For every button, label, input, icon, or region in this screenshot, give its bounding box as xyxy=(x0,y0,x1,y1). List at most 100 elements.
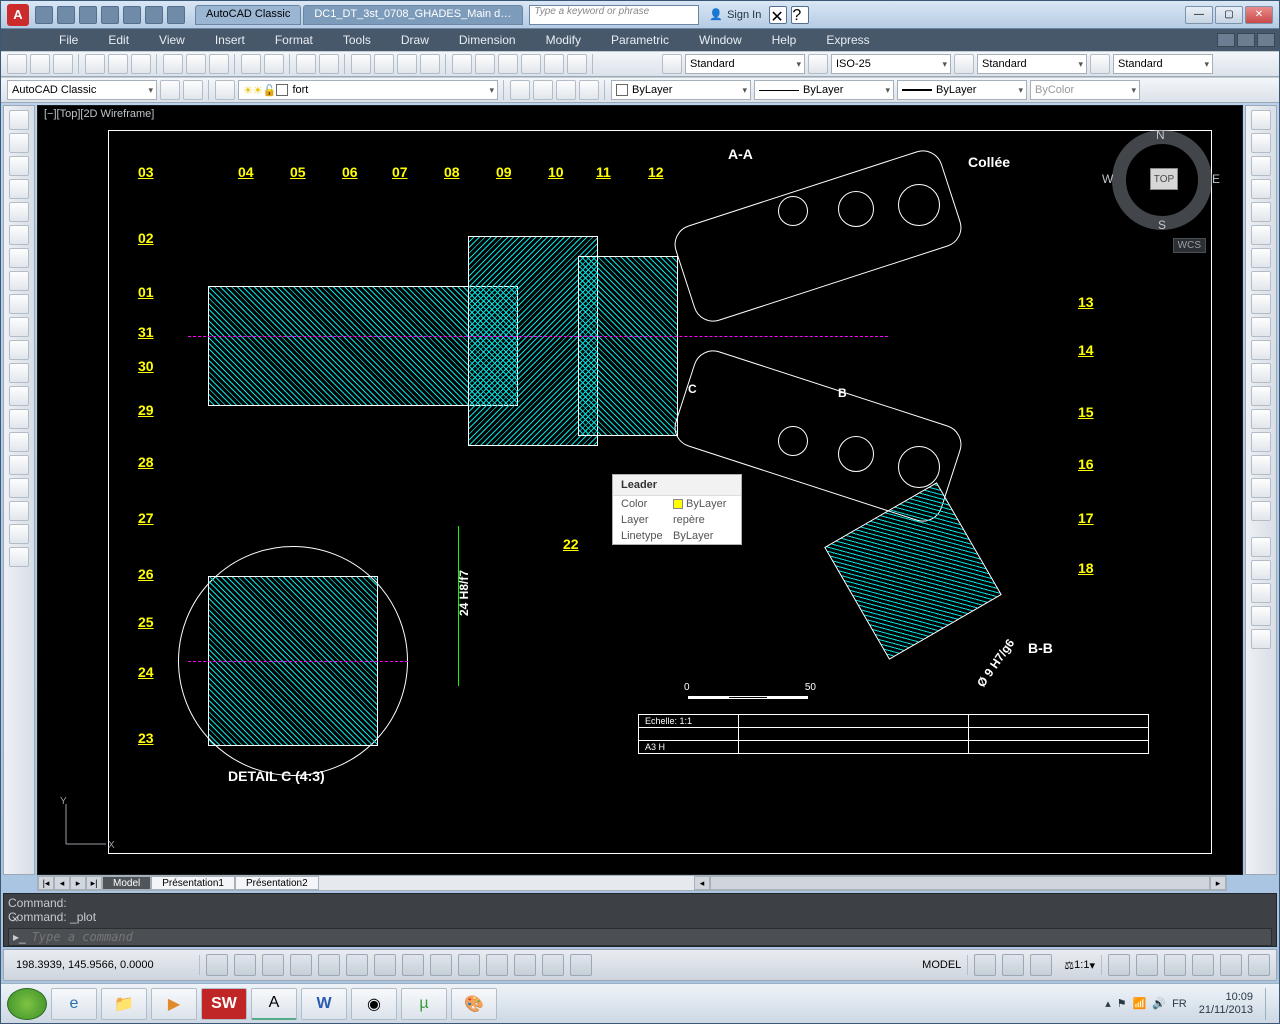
layout-tab-p2[interactable]: Présentation2 xyxy=(235,876,319,890)
sign-in-button[interactable]: 👤 Sign In xyxy=(709,8,761,21)
workspace-tab[interactable]: AutoCAD Classic xyxy=(195,5,301,25)
menu-modify[interactable]: Modify xyxy=(538,31,589,49)
qat-saveas-icon[interactable] xyxy=(101,6,119,24)
layout-tab-model[interactable]: Model xyxy=(102,876,151,890)
publish-icon[interactable] xyxy=(131,54,151,74)
list-icon[interactable] xyxy=(1251,606,1271,626)
workspace-switching-icon[interactable] xyxy=(1136,954,1158,976)
workspace-save-icon[interactable] xyxy=(183,80,203,100)
qat-new-icon[interactable] xyxy=(35,6,53,24)
textstyle-combo[interactable]: Standard xyxy=(685,54,805,74)
point-icon[interactable] xyxy=(9,409,29,429)
ortho-toggle[interactable] xyxy=(262,954,284,976)
menu-dimension[interactable]: Dimension xyxy=(451,31,524,49)
taskbar-explorer-icon[interactable]: 📁 xyxy=(101,988,147,1020)
region-icon[interactable] xyxy=(9,478,29,498)
ducs-toggle[interactable] xyxy=(402,954,424,976)
exchange-icon[interactable]: ✕ xyxy=(769,6,787,24)
arc-icon[interactable] xyxy=(9,225,29,245)
am-toggle[interactable] xyxy=(570,954,592,976)
help-search-input[interactable]: Type a keyword or phrase xyxy=(529,5,699,25)
menu-window[interactable]: Window xyxy=(691,31,750,49)
tray-network-icon[interactable]: 📶 xyxy=(1133,997,1147,1010)
join-icon[interactable] xyxy=(1251,409,1271,429)
linetype-combo[interactable]: ByLayer xyxy=(754,80,894,100)
spline-icon[interactable] xyxy=(9,294,29,314)
taskbar-utorrent-icon[interactable]: µ xyxy=(401,988,447,1020)
layout-tab-p1[interactable]: Présentation1 xyxy=(151,876,235,890)
extend-icon[interactable] xyxy=(1251,340,1271,360)
stretch-icon[interactable] xyxy=(1251,294,1271,314)
hscroll-right-icon[interactable]: ▸ xyxy=(1210,876,1226,890)
tray-flag-icon[interactable]: ⚑ xyxy=(1117,997,1127,1010)
otrack-toggle[interactable] xyxy=(374,954,396,976)
plot-icon[interactable] xyxy=(85,54,105,74)
rectangle-icon[interactable] xyxy=(9,202,29,222)
mdi-restore-icon[interactable] xyxy=(1237,33,1255,47)
view-cube[interactable]: TOP N S E W xyxy=(1112,130,1212,230)
area-icon[interactable] xyxy=(1251,560,1271,580)
tablestyle-icon[interactable] xyxy=(954,54,974,74)
break-icon[interactable] xyxy=(1251,386,1271,406)
maximize-button[interactable]: ▢ xyxy=(1215,6,1243,24)
taskbar-word-icon[interactable]: W xyxy=(301,988,347,1020)
wcs-label[interactable]: WCS xyxy=(1173,238,1206,253)
show-desktop-button[interactable] xyxy=(1265,988,1273,1020)
pan-icon[interactable] xyxy=(351,54,371,74)
3dosnap-toggle[interactable] xyxy=(346,954,368,976)
gradient-icon[interactable] xyxy=(9,455,29,475)
addselected-icon[interactable] xyxy=(9,547,29,567)
start-button[interactable] xyxy=(7,988,47,1020)
paste-icon[interactable] xyxy=(209,54,229,74)
trim-icon[interactable] xyxy=(1251,317,1271,337)
app-menu-button[interactable]: A xyxy=(7,4,29,26)
menu-help[interactable]: Help xyxy=(764,31,805,49)
hscroll-left-icon[interactable]: ◂ xyxy=(694,876,710,890)
sc-toggle[interactable] xyxy=(542,954,564,976)
cut-icon[interactable] xyxy=(163,54,183,74)
polar-toggle[interactable] xyxy=(290,954,312,976)
close-button[interactable]: ✕ xyxy=(1245,6,1273,24)
distance-icon[interactable] xyxy=(1251,537,1271,557)
qat-save-icon[interactable] xyxy=(79,6,97,24)
textstyle-icon[interactable] xyxy=(662,54,682,74)
match-props-icon[interactable] xyxy=(241,54,261,74)
explode-icon[interactable] xyxy=(1251,501,1271,521)
qat-redo-icon[interactable] xyxy=(167,6,185,24)
lineweight-combo[interactable]: ByLayer xyxy=(897,80,1027,100)
tab-last-icon[interactable]: ▸| xyxy=(86,876,102,890)
annotation-visibility-icon[interactable] xyxy=(1108,954,1130,976)
command-input[interactable] xyxy=(32,930,1267,944)
model-paper-toggle[interactable]: MODEL xyxy=(916,955,968,975)
taskbar-chrome-icon[interactable]: ◉ xyxy=(351,988,397,1020)
erase-icon[interactable] xyxy=(1251,110,1271,130)
array-icon[interactable] xyxy=(1251,202,1271,222)
lwt-toggle[interactable] xyxy=(458,954,480,976)
color-combo[interactable]: ByLayer xyxy=(611,80,751,100)
mtext-icon[interactable] xyxy=(9,524,29,544)
line-icon[interactable] xyxy=(9,110,29,130)
qat-open-icon[interactable] xyxy=(57,6,75,24)
layer-lock-icon[interactable] xyxy=(556,80,576,100)
osnap-toggle[interactable] xyxy=(318,954,340,976)
menu-tools[interactable]: Tools xyxy=(335,31,379,49)
zoom-previous-icon[interactable] xyxy=(420,54,440,74)
qp-toggle[interactable] xyxy=(514,954,536,976)
coords-readout[interactable]: 198.3939, 145.9566, 0.0000 xyxy=(10,955,200,975)
quickview-layouts-icon[interactable] xyxy=(974,954,996,976)
tray-lang[interactable]: FR xyxy=(1172,998,1187,1010)
copy-icon[interactable] xyxy=(186,54,206,74)
fillet-icon[interactable] xyxy=(1251,455,1271,475)
hscroll-track[interactable] xyxy=(710,876,1210,890)
snap-toggle[interactable] xyxy=(206,954,228,976)
hardware-accel-icon[interactable] xyxy=(1192,954,1214,976)
copy-obj-icon[interactable] xyxy=(1251,133,1271,153)
scale-icon[interactable] xyxy=(1251,271,1271,291)
command-close-icon[interactable]: × xyxy=(8,912,22,926)
grid-toggle[interactable] xyxy=(234,954,256,976)
taskbar-autocad-icon[interactable]: A xyxy=(251,988,297,1020)
menu-insert[interactable]: Insert xyxy=(207,31,253,49)
dyn-toggle[interactable] xyxy=(430,954,452,976)
open-icon[interactable] xyxy=(30,54,50,74)
polygon-icon[interactable] xyxy=(9,179,29,199)
